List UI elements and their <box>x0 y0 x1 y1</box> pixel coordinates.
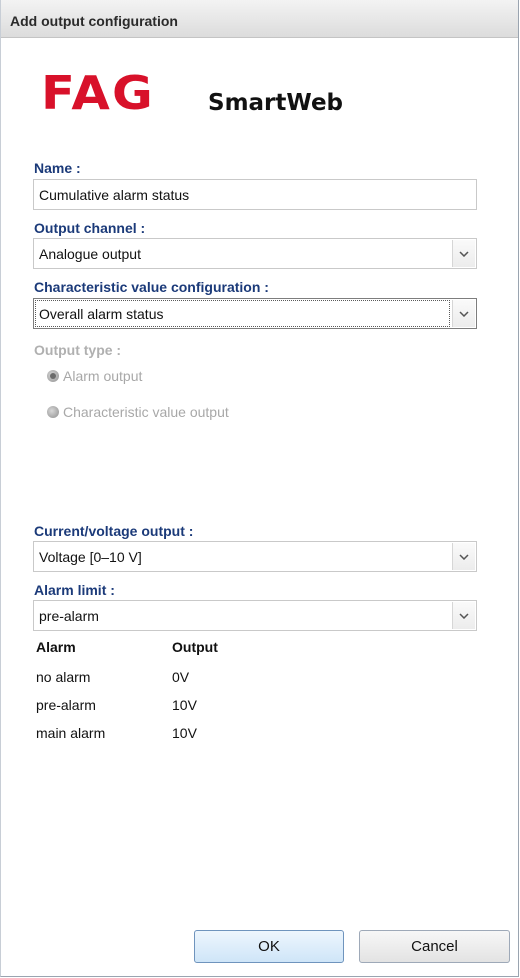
logo-product: SmartWeb <box>208 90 344 116</box>
dialog-title: Add output configuration <box>10 13 178 29</box>
radio-unchecked-icon <box>47 406 59 418</box>
radio-alarm-output[interactable]: Alarm output <box>47 368 142 384</box>
table-cell-output: 10V <box>172 697 197 713</box>
alarm-limit-select[interactable]: pre-alarm <box>33 600 477 631</box>
name-label: Name : <box>34 160 81 176</box>
output-channel-label: Output channel : <box>34 220 146 236</box>
table-cell-alarm: no alarm <box>36 669 91 685</box>
table-cell-alarm: main alarm <box>36 725 106 741</box>
radio-characteristic-output-label: Characteristic value output <box>63 404 229 420</box>
table-header-output: Output <box>172 639 218 655</box>
characteristic-value: Overall alarm status <box>39 306 164 322</box>
radio-alarm-output-label: Alarm output <box>63 368 143 384</box>
chevron-down-icon[interactable] <box>452 240 475 267</box>
radio-checked-icon <box>47 370 59 382</box>
radio-characteristic-output[interactable]: Characteristic value output <box>47 404 229 420</box>
alarm-limit-value: pre-alarm <box>39 608 99 624</box>
characteristic-label: Characteristic value configuration : <box>34 279 269 295</box>
chevron-down-icon[interactable] <box>452 543 475 570</box>
table-cell-output: 0V <box>172 669 190 685</box>
dialog-titlebar[interactable]: Add output configuration <box>1 0 518 38</box>
ok-button[interactable]: OK <box>194 930 344 963</box>
output-channel-select[interactable]: Analogue output <box>33 238 477 269</box>
cancel-button[interactable]: Cancel <box>359 930 510 963</box>
characteristic-select[interactable]: Overall alarm status <box>33 298 477 329</box>
current-voltage-value: Voltage [0–10 V] <box>39 549 142 565</box>
output-config-dialog: Add output configuration FAG SmartWeb Na… <box>0 0 519 977</box>
name-input-value: Cumulative alarm status <box>39 187 190 203</box>
alarm-limit-label: Alarm limit : <box>34 582 115 598</box>
table-cell-output: 10V <box>172 725 197 741</box>
chevron-down-icon[interactable] <box>452 300 475 327</box>
current-voltage-label: Current/voltage output : <box>34 523 194 539</box>
output-type-label: Output type : <box>34 342 122 358</box>
output-channel-value: Analogue output <box>39 246 141 262</box>
name-input[interactable]: Cumulative alarm status <box>33 179 477 210</box>
logo-brand: FAG <box>41 66 155 120</box>
table-header-alarm: Alarm <box>36 639 76 655</box>
current-voltage-select[interactable]: Voltage [0–10 V] <box>33 541 477 572</box>
table-cell-alarm: pre-alarm <box>36 697 96 713</box>
chevron-down-icon[interactable] <box>452 602 475 629</box>
